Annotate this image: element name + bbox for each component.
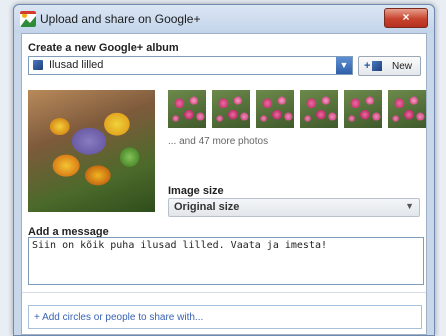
photo-thumbnail[interactable]	[212, 90, 250, 128]
plus-icon: +	[364, 60, 371, 72]
more-photos-text: ... and 47 more photos	[168, 136, 269, 147]
photo-thumbnail[interactable]	[388, 90, 426, 128]
upload-dialog-window: Upload and share on Google+ × Create a n…	[13, 4, 435, 336]
image-size-selected-value: Original size	[174, 201, 240, 213]
close-button[interactable]: ×	[384, 8, 428, 28]
chevron-down-icon: ▼	[405, 201, 414, 211]
dialog-content: Create a new Google+ album Ilusad lilled…	[21, 33, 427, 335]
photo-thumbnail[interactable]	[168, 90, 206, 128]
image-size-label: Image size	[168, 185, 224, 197]
message-textarea[interactable]: Siin on kõik puha ilusad lilled. Vaata j…	[28, 237, 424, 285]
new-album-button[interactable]: + New	[358, 56, 421, 76]
photo-thumbnail[interactable]	[300, 90, 338, 128]
album-icon	[372, 61, 382, 71]
share-with-input[interactable]: + Add circles or people to share with...	[28, 305, 422, 329]
chevron-down-icon[interactable]: ▼	[336, 57, 352, 74]
share-with-placeholder: + Add circles or people to share with...	[34, 312, 204, 323]
divider	[22, 292, 426, 293]
photo-thumbnail[interactable]	[344, 90, 382, 128]
album-selected-value: Ilusad lilled	[49, 59, 104, 71]
album-dropdown[interactable]: Ilusad lilled ▼	[28, 56, 353, 75]
picasa-app-icon	[20, 11, 36, 27]
title-bar[interactable]: Upload and share on Google+ ×	[14, 5, 434, 33]
new-album-button-label: New	[392, 61, 413, 72]
album-label: Create a new Google+ album	[28, 42, 179, 54]
album-icon	[33, 60, 43, 70]
window-title: Upload and share on Google+	[40, 12, 201, 26]
image-size-dropdown[interactable]: Original size ▼	[168, 198, 420, 217]
selected-photo-preview[interactable]	[28, 90, 155, 212]
photo-thumbnail[interactable]	[256, 90, 294, 128]
